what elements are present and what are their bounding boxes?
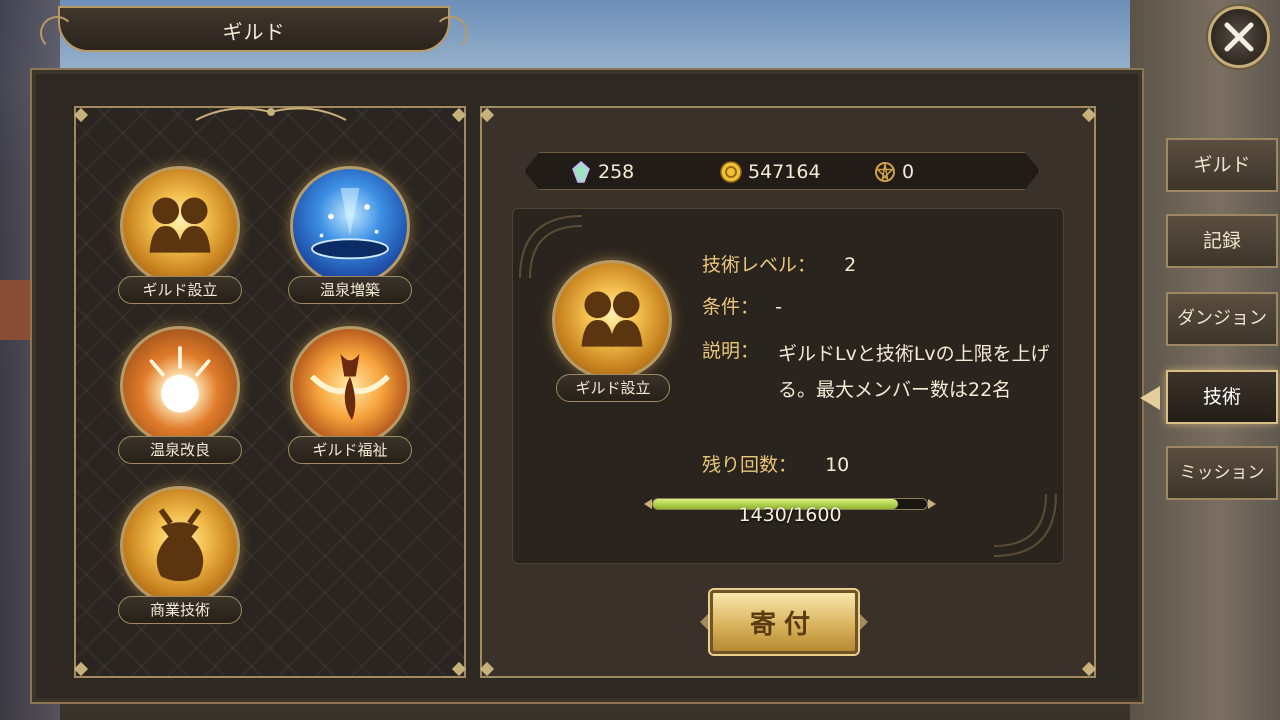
tech-level-key: 技術レベル：	[702, 254, 817, 276]
condition-value: -	[775, 296, 782, 318]
guild-welfare-icon	[309, 353, 391, 421]
close-icon	[1224, 22, 1254, 52]
tab-tech[interactable]: 技術	[1166, 370, 1278, 424]
description-row: 説明：	[702, 336, 759, 363]
skill-label: 温泉改良	[118, 436, 242, 464]
guild-founding-icon	[581, 291, 643, 347]
title-plate: ギルド	[40, 6, 468, 52]
progress-text: 1430/1600	[738, 504, 842, 526]
tab-mission[interactable]: ミッション	[1166, 446, 1278, 500]
page-title: ギルド	[222, 20, 286, 44]
tab-dungeon[interactable]: ダンジョン	[1166, 292, 1278, 346]
ornament-icon	[195, 107, 347, 121]
guild-point-count: 0	[902, 161, 915, 183]
progress-tip-right	[928, 499, 936, 509]
skill-label: 商業技術	[118, 596, 242, 624]
remaining-key: 残り回数：	[702, 454, 798, 476]
selected-skill-label: ギルド設立	[556, 374, 670, 402]
skill-hot-spring-expansion[interactable]: 温泉増築	[288, 166, 412, 316]
donate-button[interactable]: 寄付	[710, 590, 858, 654]
currency-guild-point: 0	[874, 160, 914, 184]
skill-commerce-tech[interactable]: 商業技術	[118, 486, 242, 636]
tech-level-value: 2	[844, 254, 857, 276]
commerce-tech-icon	[156, 508, 204, 582]
hot-spring-expansion-icon	[311, 188, 389, 260]
crystal-count: 258	[598, 161, 635, 183]
guild-point-icon	[875, 162, 895, 182]
background-building-right	[1130, 0, 1280, 720]
description-key: 説明：	[702, 340, 760, 362]
currency-crystal: 258	[570, 160, 634, 184]
condition-key: 条件：	[702, 296, 760, 318]
gold-count: 547164	[748, 161, 821, 183]
skill-hot-spring-improvement[interactable]: 温泉改良	[118, 326, 242, 476]
donate-label: 寄付	[749, 609, 818, 640]
crystal-icon	[572, 161, 590, 183]
hot-spring-improvement-icon	[149, 346, 211, 413]
tech-level-row: 技術レベル： 2	[702, 250, 856, 277]
guild-founding-icon	[149, 197, 211, 253]
gold-coin-icon	[720, 161, 742, 183]
ornament-icon	[993, 493, 1057, 557]
donate-arrow-right	[860, 614, 868, 630]
close-button[interactable]	[1208, 6, 1270, 68]
tab-record[interactable]: 記録	[1166, 214, 1278, 268]
active-tab-pointer	[1140, 386, 1160, 410]
remaining-value: 10	[825, 454, 850, 476]
condition-row: 条件： -	[702, 292, 782, 319]
skill-guild-founding[interactable]: ギルド設立	[118, 166, 242, 316]
currency-gold: 547164	[720, 160, 821, 184]
skill-label: ギルド設立	[118, 276, 242, 304]
skill-label: 温泉増築	[288, 276, 412, 304]
tab-guild[interactable]: ギルド	[1166, 138, 1278, 192]
donate-arrow-left	[700, 614, 708, 630]
description-value: ギルドLvと技術Lvの上限を上げる。最大メンバー数は22名	[778, 343, 1050, 401]
skill-label: ギルド福祉	[288, 436, 412, 464]
skill-guild-welfare[interactable]: ギルド福祉	[288, 326, 412, 476]
progress-tip-left	[644, 499, 652, 509]
remaining-row: 残り回数： 10	[702, 450, 849, 477]
